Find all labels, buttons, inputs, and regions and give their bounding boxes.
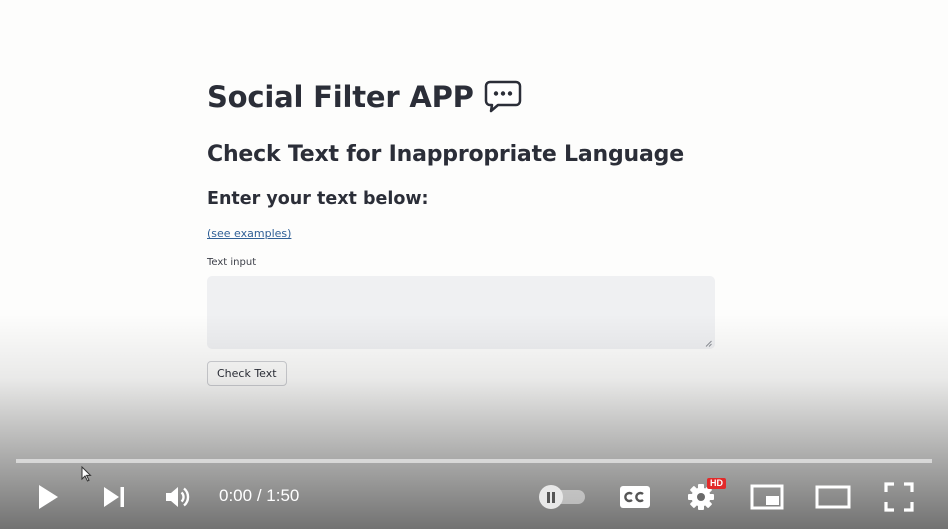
check-text-button[interactable]: Check Text <box>207 361 287 386</box>
speech-balloon-icon <box>484 80 521 113</box>
current-time: 0:00 <box>219 486 253 505</box>
video-player[interactable]: Social Filter APP Check Text for Inappro… <box>0 0 948 529</box>
text-input-label: Text input <box>207 257 257 268</box>
fullscreen-icon <box>884 482 914 512</box>
progress-bar[interactable] <box>16 459 932 463</box>
captions-button[interactable] <box>616 477 654 517</box>
duration: 1:50 <box>266 486 300 505</box>
miniplayer-button[interactable] <box>748 477 786 517</box>
pause-icon <box>547 491 555 503</box>
title-text: Social Filter APP <box>207 80 474 114</box>
theater-icon <box>815 485 851 509</box>
next-button[interactable] <box>96 477 132 517</box>
autoplay-toggle[interactable] <box>539 485 585 509</box>
time-display: 0:00 / 1:50 <box>219 486 300 505</box>
theater-mode-button[interactable] <box>812 477 854 517</box>
miniplayer-icon <box>750 484 784 510</box>
next-icon <box>104 487 124 507</box>
autoplay-knob <box>539 485 563 509</box>
hd-badge: HD <box>707 478 726 489</box>
volume-button[interactable] <box>160 477 196 517</box>
fullscreen-button[interactable] <box>880 477 918 517</box>
text-input-field[interactable] <box>207 276 715 349</box>
see-examples-link[interactable]: (see examples) <box>207 227 291 240</box>
play-icon <box>39 485 58 509</box>
input-prompt: Enter your text below: <box>207 189 429 209</box>
section-heading: Check Text for Inappropriate Language <box>207 142 684 167</box>
resize-handle-icon[interactable] <box>705 340 712 347</box>
captions-icon <box>620 486 650 508</box>
volume-icon <box>166 487 190 507</box>
play-button[interactable] <box>30 477 66 517</box>
page-title: Social Filter APP <box>207 80 522 114</box>
mouse-cursor-icon <box>81 466 92 482</box>
app-page: Social Filter APP Check Text for Inappro… <box>0 0 948 529</box>
